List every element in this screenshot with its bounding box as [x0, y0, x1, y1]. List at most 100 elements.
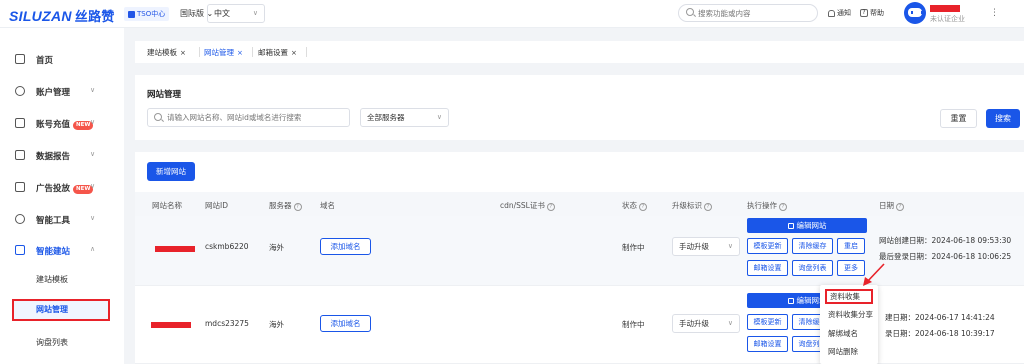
- more-menu-icon[interactable]: ⋮: [990, 8, 999, 18]
- column-header: 执行操作?: [747, 200, 787, 211]
- search-icon: [686, 8, 694, 16]
- template-update-button[interactable]: 模板更新: [747, 314, 788, 330]
- sidebar-item-account[interactable]: 账户管理 ∨: [0, 80, 124, 102]
- chevron-down-icon: ∨: [90, 182, 96, 190]
- column-header: 升级标识?: [672, 200, 712, 211]
- sidebar-item-label: 广告投放: [36, 184, 71, 194]
- restart-button[interactable]: 重启: [837, 238, 865, 254]
- tab-label: 建站模板: [147, 48, 177, 57]
- chevron-down-icon: ∨: [90, 86, 96, 94]
- column-header: 日期?: [879, 200, 904, 211]
- email-settings-button[interactable]: 邮箱设置: [747, 336, 788, 352]
- clear-cache-button[interactable]: 清除缓存: [792, 238, 833, 254]
- edit-site-button[interactable]: 编辑网站: [747, 218, 867, 233]
- sidebar-subitem-site-management[interactable]: 网站管理: [12, 299, 110, 321]
- server-value: 海外: [269, 243, 284, 252]
- keyword-search-input[interactable]: [167, 112, 347, 123]
- site-list-panel: 新增网站 网站名称 网站ID 服务器? 域名 cdn/SSL证书? 状态? 升级…: [135, 152, 1024, 364]
- chevron-down-icon: ∨: [252, 9, 258, 17]
- close-icon[interactable]: ×: [180, 49, 186, 57]
- tso-center-button[interactable]: TSO中心: [124, 7, 170, 21]
- add-site-button[interactable]: 新增网站: [147, 162, 195, 181]
- avatar[interactable]: [904, 2, 926, 24]
- table-row: cskmb6220 海外 添加域名 制作中 手动升级 ∨ 编辑网站 模板更新 清…: [135, 216, 1024, 286]
- add-domain-button[interactable]: 添加域名: [320, 315, 371, 332]
- user-status: 未认证企业: [930, 15, 965, 23]
- user-icon: [15, 86, 25, 96]
- column-header: 网站名称: [152, 201, 182, 210]
- chevron-down-icon: ∨: [90, 214, 96, 222]
- tab-templates[interactable]: 建站模板 ×: [147, 47, 186, 58]
- annotation-arrow: [863, 263, 885, 286]
- menu-item-unbind-domain[interactable]: 解绑域名: [820, 328, 878, 339]
- search-button[interactable]: 搜索: [986, 109, 1020, 128]
- help-icon[interactable]: ?: [704, 203, 712, 211]
- sidebar-item-label: 数据报告: [36, 152, 71, 162]
- edit-icon: [787, 298, 794, 304]
- inquiry-list-button[interactable]: 询盘列表: [792, 260, 833, 276]
- site-icon: [15, 245, 25, 255]
- column-header-label: 日期: [879, 201, 894, 210]
- upgrade-value: 手动升级: [679, 242, 709, 251]
- logo-text-en: SILUZAN: [9, 8, 72, 24]
- reset-button[interactable]: 重置: [940, 109, 977, 128]
- help-icon[interactable]: ?: [639, 203, 647, 211]
- search-panel: 网站管理 全部服务器 ∨ 重置 搜索: [135, 75, 1024, 140]
- menu-item-share-collection[interactable]: 资料收集分享: [820, 309, 878, 320]
- chevron-down-icon: ∨: [727, 319, 733, 327]
- help-icon[interactable]: ?: [546, 203, 555, 211]
- sidebar-item-label: 智能工具: [36, 216, 71, 226]
- sidebar-item-tools[interactable]: 智能工具 ∨: [0, 208, 124, 230]
- sidebar: 首页 账户管理 ∨ 账号充值 NEW ∨ 数据报告 ∨ 广告投放 NEW ∨ 智能工…: [0, 28, 124, 364]
- column-header: 状态?: [622, 200, 647, 211]
- column-header: 服务器?: [269, 200, 302, 211]
- server-select[interactable]: 全部服务器 ∨: [360, 108, 449, 127]
- chevron-down-icon: ∨: [727, 242, 733, 250]
- region-label: 国际版: [180, 9, 204, 18]
- last-login-date: 最后登录日期：2024-06-18 10:06:25: [879, 252, 1012, 261]
- menu-item-delete-site[interactable]: 网站删除: [820, 346, 878, 357]
- site-name-redacted: [155, 246, 195, 252]
- sidebar-item-ads[interactable]: 广告投放 NEW ∨: [0, 176, 124, 198]
- help-icon[interactable]: ?: [896, 203, 904, 211]
- menu-item-collect-data[interactable]: 资料收集: [825, 289, 873, 304]
- tab-label: 网站管理: [204, 48, 234, 57]
- help-icon[interactable]: ?: [779, 203, 787, 211]
- add-domain-button[interactable]: 添加域名: [320, 238, 371, 255]
- column-header-label: cdn/SSL证书: [500, 201, 545, 210]
- email-settings-button[interactable]: 邮箱设置: [747, 260, 788, 276]
- help-label: 帮助: [870, 9, 884, 17]
- tab-site-management[interactable]: 网站管理 ×: [204, 47, 243, 58]
- global-search[interactable]: [678, 4, 818, 22]
- sidebar-item-home[interactable]: 首页: [0, 48, 124, 70]
- column-header: 域名: [320, 201, 335, 210]
- more-actions-dropdown: 资料收集 资料收集分享 解绑域名 网站删除: [820, 285, 878, 364]
- upgrade-select[interactable]: 手动升级 ∨: [672, 237, 740, 256]
- sidebar-item-recharge[interactable]: 账号充值 NEW ∨: [0, 112, 124, 134]
- sidebar-item-reports[interactable]: 数据报告 ∨: [0, 144, 124, 166]
- close-icon[interactable]: ×: [237, 49, 243, 57]
- notification-button[interactable]: 通知: [828, 8, 851, 18]
- chevron-down-icon: ∨: [436, 113, 442, 121]
- sidebar-item-label: 账户管理: [36, 88, 71, 98]
- template-update-button[interactable]: 模板更新: [747, 238, 788, 254]
- help-button[interactable]: ? 帮助: [860, 8, 884, 18]
- chevron-up-icon: ∧: [90, 245, 96, 253]
- sidebar-item-site-builder[interactable]: 智能建站 ∧: [0, 239, 124, 261]
- tab-email-settings[interactable]: 邮箱设置 ×: [258, 47, 297, 58]
- sidebar-item-label: 首页: [36, 56, 54, 66]
- brand-logo[interactable]: SILUZAN 丝路赞: [9, 6, 115, 25]
- column-header: cdn/SSL证书?: [500, 200, 555, 211]
- chart-icon: [15, 150, 25, 160]
- server-select-value: 全部服务器: [367, 113, 405, 122]
- layers-icon: [15, 214, 25, 224]
- upgrade-select[interactable]: 手动升级 ∨: [672, 314, 740, 333]
- close-icon[interactable]: ×: [291, 49, 297, 57]
- help-icon[interactable]: ?: [293, 203, 302, 211]
- sidebar-subitem-inquiries[interactable]: 询盘列表: [36, 337, 68, 348]
- language-select[interactable]: 中文 ∨: [207, 4, 265, 23]
- sidebar-subitem-templates[interactable]: 建站模板: [36, 274, 68, 285]
- keyword-search[interactable]: [147, 108, 350, 127]
- global-search-input[interactable]: [698, 7, 813, 19]
- ad-icon: [15, 182, 25, 192]
